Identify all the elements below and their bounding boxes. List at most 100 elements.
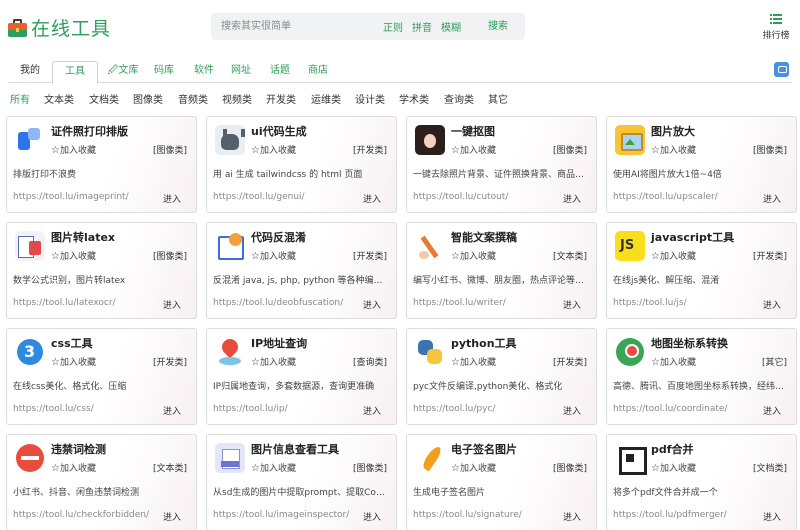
tool-name[interactable]: ui代码生成 bbox=[251, 123, 307, 139]
category-tag[interactable]: [图像类] bbox=[553, 461, 587, 474]
enter-button[interactable]: 进入 bbox=[163, 510, 181, 523]
tool-url[interactable]: https://tool.lu/latexocr/ bbox=[13, 298, 151, 308]
tool-card[interactable]: css工具 ☆加入收藏 [开发类] 在线css美化、格式化、压缩 https://too… bbox=[6, 328, 197, 425]
search-mode-fuzzy[interactable]: 模糊 bbox=[441, 19, 461, 34]
tool-name[interactable]: 图片信息查看工具 bbox=[251, 441, 339, 457]
tool-card[interactable]: python工具 ☆加入收藏 [开发类] pyc文件反编译,python美化、格式化 h… bbox=[406, 328, 597, 425]
tool-url[interactable]: https://tool.lu/coordinate/ bbox=[613, 404, 751, 414]
category-all[interactable]: 所有 bbox=[10, 91, 30, 106]
enter-button[interactable]: 进入 bbox=[563, 298, 581, 311]
tab-mine[interactable]: 我的 bbox=[8, 61, 52, 83]
favorite-button[interactable]: ☆加入收藏 bbox=[451, 461, 496, 474]
search-mode-pinyin[interactable]: 拼音 bbox=[412, 19, 432, 34]
search-button[interactable]: 搜索 bbox=[488, 13, 508, 40]
category-audio[interactable]: 音频类 bbox=[178, 91, 208, 106]
tool-url[interactable]: https://tool.lu/genui/ bbox=[213, 192, 351, 202]
category-tag[interactable]: [其它] bbox=[762, 355, 787, 368]
tab-code[interactable]: 码库 bbox=[148, 61, 180, 83]
tool-url[interactable]: https://tool.lu/signature/ bbox=[413, 510, 551, 520]
enter-button[interactable]: 进入 bbox=[363, 192, 381, 205]
chat-icon[interactable] bbox=[774, 62, 789, 77]
tool-url[interactable]: https://tool.lu/pdfmerger/ bbox=[613, 510, 751, 520]
tool-card[interactable]: 智能文案撰稿 ☆加入收藏 [文本类] 编写小红书、微博、朋友圈，热点评论等文案 http… bbox=[406, 222, 597, 319]
enter-button[interactable]: 进入 bbox=[363, 510, 381, 523]
category-tag[interactable]: [文本类] bbox=[553, 249, 587, 262]
enter-button[interactable]: 进入 bbox=[363, 404, 381, 417]
search-mode-regex[interactable]: 正则 bbox=[383, 19, 403, 34]
enter-button[interactable]: 进入 bbox=[563, 510, 581, 523]
tab-tools[interactable]: 工具 bbox=[52, 61, 98, 84]
tool-name[interactable]: 电子签名图片 bbox=[451, 441, 517, 457]
rank-link[interactable]: 排行榜 bbox=[760, 14, 792, 41]
category-tag[interactable]: [图像类] bbox=[353, 461, 387, 474]
tool-card[interactable]: 违禁词检测 ☆加入收藏 [文本类] 小红书、抖音、闲鱼违禁词检测 https://too… bbox=[6, 434, 197, 530]
favorite-button[interactable]: ☆加入收藏 bbox=[451, 355, 496, 368]
favorite-button[interactable]: ☆加入收藏 bbox=[251, 461, 296, 474]
enter-button[interactable]: 进入 bbox=[363, 298, 381, 311]
favorite-button[interactable]: ☆加入收藏 bbox=[251, 249, 296, 262]
favorite-button[interactable]: ☆加入收藏 bbox=[451, 143, 496, 156]
tool-url[interactable]: https://tool.lu/js/ bbox=[613, 298, 751, 308]
tool-card[interactable]: pdf合并 ☆加入收藏 [文档类] 将多个pdf文件合并成一个 https://tool… bbox=[606, 434, 797, 530]
enter-button[interactable]: 进入 bbox=[563, 192, 581, 205]
category-tag[interactable]: [文本类] bbox=[153, 461, 187, 474]
favorite-button[interactable]: ☆加入收藏 bbox=[651, 355, 696, 368]
enter-button[interactable]: 进入 bbox=[163, 192, 181, 205]
favorite-button[interactable]: ☆加入收藏 bbox=[651, 249, 696, 262]
tool-card[interactable]: 图片放大 ☆加入收藏 [图像类] 使用AI将图片放大1倍~4倍 https://tool… bbox=[606, 116, 797, 213]
tab-store[interactable]: 商店 bbox=[302, 61, 334, 83]
tab-software[interactable]: 软件 bbox=[188, 61, 220, 83]
category-tag[interactable]: [开发类] bbox=[753, 249, 787, 262]
tab-library[interactable]: 🖉文库 bbox=[100, 61, 146, 83]
tool-card[interactable]: 一键抠图 ☆加入收藏 [图像类] 一键去除照片背景、证件照换背景、商品白... http… bbox=[406, 116, 597, 213]
tool-url[interactable]: https://tool.lu/deobfuscation/ bbox=[213, 298, 351, 308]
tool-url[interactable]: https://tool.lu/ip/ bbox=[213, 404, 351, 414]
enter-button[interactable]: 进入 bbox=[563, 404, 581, 417]
tool-card[interactable]: IP地址查询 ☆加入收藏 [查询类] IP归属地查询，多套数据源，查询更准确 https… bbox=[206, 328, 397, 425]
favorite-button[interactable]: ☆加入收藏 bbox=[451, 249, 496, 262]
tool-name[interactable]: python工具 bbox=[451, 335, 517, 351]
tool-card[interactable]: 代码反混淆 ☆加入收藏 [开发类] 反混淆 java, js, php, python… bbox=[206, 222, 397, 319]
category-tag[interactable]: [图像类] bbox=[153, 143, 187, 156]
category-tag[interactable]: [文档类] bbox=[753, 461, 787, 474]
tool-name[interactable]: 图片放大 bbox=[651, 123, 695, 139]
enter-button[interactable]: 进入 bbox=[763, 192, 781, 205]
enter-button[interactable]: 进入 bbox=[763, 510, 781, 523]
favorite-button[interactable]: ☆加入收藏 bbox=[651, 461, 696, 474]
tool-name[interactable]: 地图坐标系转换 bbox=[651, 335, 728, 351]
category-doc[interactable]: 文档类 bbox=[89, 91, 119, 106]
tool-url[interactable]: https://tool.lu/checkforbidden/ bbox=[13, 510, 151, 520]
tool-name[interactable]: 违禁词检测 bbox=[51, 441, 106, 457]
enter-button[interactable]: 进入 bbox=[163, 404, 181, 417]
tool-url[interactable]: https://tool.lu/pyc/ bbox=[413, 404, 551, 414]
enter-button[interactable]: 进入 bbox=[163, 298, 181, 311]
enter-button[interactable]: 进入 bbox=[763, 404, 781, 417]
tool-card[interactable]: 证件照打印排版 ☆加入收藏 [图像类] 排版打印不浪费 https://tool.lu/… bbox=[6, 116, 197, 213]
tool-card[interactable]: javascript工具 ☆加入收藏 [开发类] 在线js美化、解压缩、混淆 https… bbox=[606, 222, 797, 319]
favorite-button[interactable]: ☆加入收藏 bbox=[51, 461, 96, 474]
tool-card[interactable]: 电子签名图片 ☆加入收藏 [图像类] 生成电子签名图片 https://tool.lu/… bbox=[406, 434, 597, 530]
tool-url[interactable]: https://tool.lu/upscaler/ bbox=[613, 192, 751, 202]
category-ops[interactable]: 运维类 bbox=[311, 91, 341, 106]
tool-card[interactable]: 地图坐标系转换 ☆加入收藏 [其它] 高德、腾讯、百度地图坐标系转换，经纬度... ht… bbox=[606, 328, 797, 425]
favorite-button[interactable]: ☆加入收藏 bbox=[651, 143, 696, 156]
tool-url[interactable]: https://tool.lu/imageinspector/ bbox=[213, 510, 351, 520]
tool-name[interactable]: IP地址查询 bbox=[251, 335, 307, 351]
search-input[interactable] bbox=[211, 13, 371, 40]
tool-card[interactable]: ui代码生成 ☆加入收藏 [开发类] 用 ai 生成 tailwindcss 的 ht… bbox=[206, 116, 397, 213]
tool-name[interactable]: 智能文案撰稿 bbox=[451, 229, 517, 245]
category-tag[interactable]: [开发类] bbox=[553, 355, 587, 368]
tool-card[interactable]: 图片信息查看工具 ☆加入收藏 [图像类] 从sd生成的图片中提取prompt、提取Co… bbox=[206, 434, 397, 530]
tool-card[interactable]: 图片转latex ☆加入收藏 [图像类] 数学公式识别，图片转latex https:/… bbox=[6, 222, 197, 319]
tool-url[interactable]: https://tool.lu/css/ bbox=[13, 404, 151, 414]
tool-name[interactable]: javascript工具 bbox=[651, 229, 734, 245]
favorite-button[interactable]: ☆加入收藏 bbox=[251, 355, 296, 368]
category-tag[interactable]: [图像类] bbox=[553, 143, 587, 156]
tool-name[interactable]: css工具 bbox=[51, 335, 93, 351]
favorite-button[interactable]: ☆加入收藏 bbox=[51, 355, 96, 368]
enter-button[interactable]: 进入 bbox=[763, 298, 781, 311]
favorite-button[interactable]: ☆加入收藏 bbox=[251, 143, 296, 156]
tool-url[interactable]: https://tool.lu/cutout/ bbox=[413, 192, 551, 202]
category-image[interactable]: 图像类 bbox=[133, 91, 163, 106]
favorite-button[interactable]: ☆加入收藏 bbox=[51, 143, 96, 156]
